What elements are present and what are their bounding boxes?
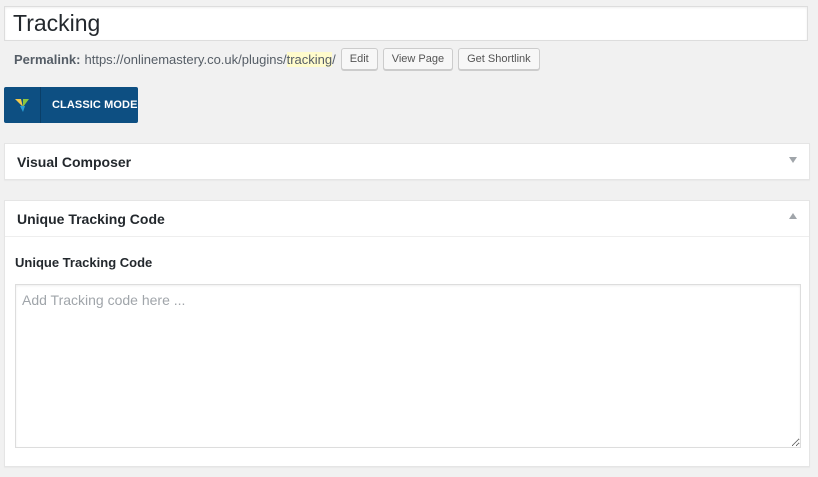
classic-mode-label: CLASSIC MODE <box>52 99 138 111</box>
visual-composer-logo-icon <box>4 87 41 123</box>
title-field-wrap <box>4 6 808 41</box>
visual-composer-header[interactable]: Visual Composer <box>5 144 809 179</box>
permalink-label: Permalink: <box>14 51 81 67</box>
permalink-row: Permalink: https://onlinemastery.co.uk/p… <box>14 46 540 72</box>
caret-down-icon[interactable] <box>789 157 797 163</box>
caret-up-icon[interactable] <box>789 213 797 219</box>
permalink-base: https://onlinemastery.co.uk/plugins/ <box>84 51 287 67</box>
get-shortlink-button[interactable]: Get Shortlink <box>458 48 540 70</box>
tracking-code-header[interactable]: Unique Tracking Code <box>5 201 809 237</box>
permalink-trail: / <box>332 51 336 67</box>
edit-slug-button[interactable]: Edit <box>340 48 378 70</box>
tracking-code-field-label: Unique Tracking Code <box>15 255 153 270</box>
tracking-code-box: Unique Tracking Code Unique Tracking Cod… <box>4 200 810 467</box>
visual-composer-title: Visual Composer <box>17 153 132 170</box>
visual-composer-box: Visual Composer <box>4 143 810 180</box>
permalink-slug: tracking <box>286 51 333 67</box>
permalink-url[interactable]: https://onlinemastery.co.uk/plugins/trac… <box>84 51 336 67</box>
post-title-input[interactable] <box>5 7 807 40</box>
tracking-code-textarea[interactable] <box>15 284 801 448</box>
classic-mode-button[interactable]: CLASSIC MODE <box>4 87 138 123</box>
tracking-code-box-title: Unique Tracking Code <box>17 210 165 227</box>
view-page-button[interactable]: View Page <box>382 48 454 70</box>
